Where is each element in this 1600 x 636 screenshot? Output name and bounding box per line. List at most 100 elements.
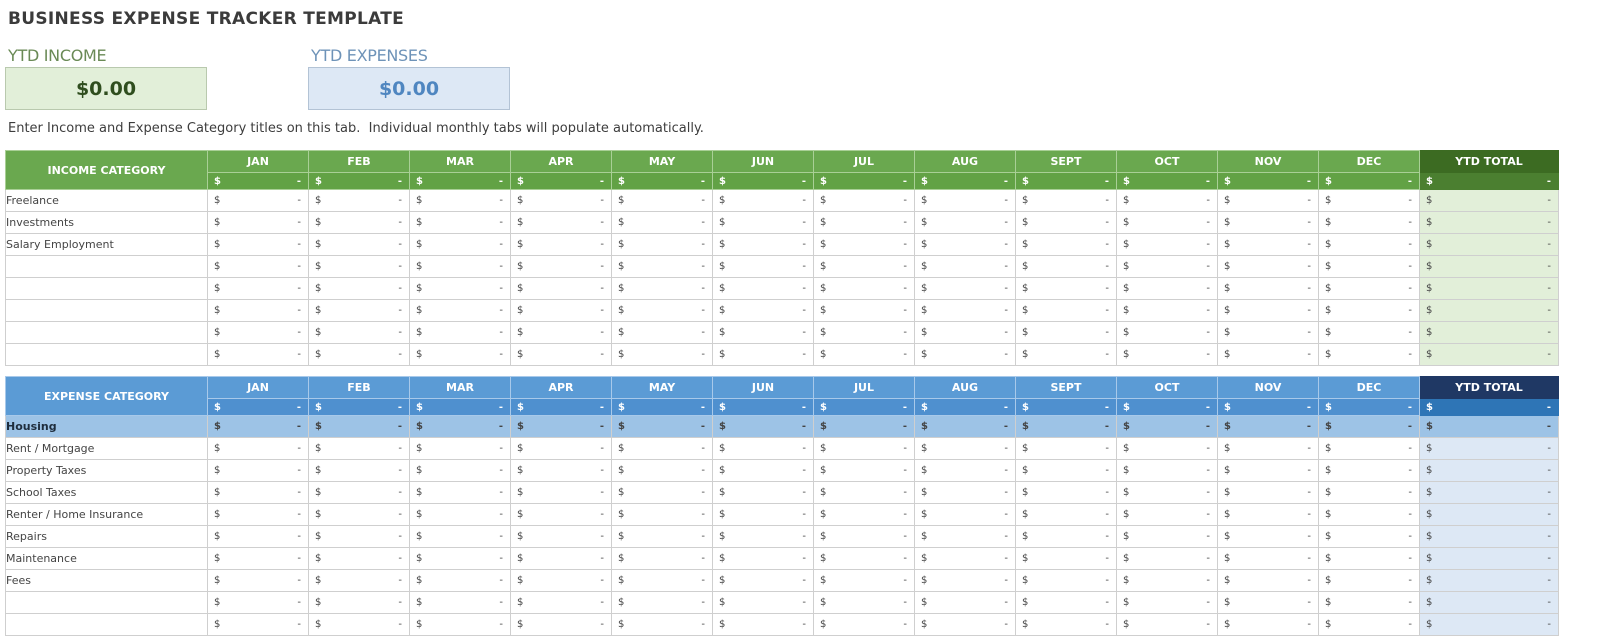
income-month-header-jul[interactable]: JUL — [813, 150, 915, 173]
income-category-cell[interactable]: Salary Employment — [5, 233, 208, 256]
income-cell-jan[interactable]: $ - — [207, 321, 309, 344]
expense-cell-sept[interactable]: $ - — [1015, 415, 1117, 438]
expense-month-total-feb[interactable]: $ - — [308, 398, 410, 416]
expense-cell-jan[interactable]: $ - — [207, 525, 309, 548]
expense-cell-jul[interactable]: $ - — [813, 503, 915, 526]
income-cell-mar[interactable]: $ - — [409, 255, 511, 278]
expense-cell-mar[interactable]: $ - — [409, 415, 511, 438]
expense-cell-jan[interactable]: $ - — [207, 437, 309, 460]
income-cell-may[interactable]: $ - — [611, 189, 713, 212]
income-cell-dec[interactable]: $ - — [1318, 299, 1420, 322]
income-cell-nov[interactable]: $ - — [1217, 321, 1319, 344]
expense-cell-jul[interactable]: $ - — [813, 459, 915, 482]
expense-cell-dec[interactable]: $ - — [1318, 591, 1420, 614]
income-category-cell[interactable]: Investments — [5, 211, 208, 234]
income-cell-aug[interactable]: $ - — [914, 211, 1016, 234]
expense-month-header-dec[interactable]: DEC — [1318, 376, 1420, 399]
expense-cell-jun[interactable]: $ - — [712, 481, 814, 504]
expense-cell-feb[interactable]: $ - — [308, 503, 410, 526]
expense-cell-mar[interactable]: $ - — [409, 613, 511, 636]
income-month-total-feb[interactable]: $ - — [308, 172, 410, 190]
income-cell-aug[interactable]: $ - — [914, 321, 1016, 344]
expense-cell-dec[interactable]: $ - — [1318, 503, 1420, 526]
expense-cell-jul[interactable]: $ - — [813, 613, 915, 636]
expense-cell-may[interactable]: $ - — [611, 525, 713, 548]
income-cell-jan[interactable]: $ - — [207, 299, 309, 322]
expense-category-cell[interactable]: Housing — [5, 415, 208, 438]
expense-cell-aug[interactable]: $ - — [914, 415, 1016, 438]
expense-month-header-nov[interactable]: NOV — [1217, 376, 1319, 399]
income-month-total-apr[interactable]: $ - — [510, 172, 612, 190]
expense-month-total-mar[interactable]: $ - — [409, 398, 511, 416]
expense-category-cell[interactable] — [5, 591, 208, 614]
income-cell-dec[interactable]: $ - — [1318, 211, 1420, 234]
income-cell-apr[interactable]: $ - — [510, 299, 612, 322]
income-row-ytd-total[interactable]: $ - — [1419, 299, 1559, 322]
expense-month-total-oct[interactable]: $ - — [1116, 398, 1218, 416]
expense-cell-jan[interactable]: $ - — [207, 613, 309, 636]
income-cell-dec[interactable]: $ - — [1318, 343, 1420, 366]
income-ytd-grand-total[interactable]: $ - — [1419, 172, 1559, 190]
income-cell-oct[interactable]: $ - — [1116, 321, 1218, 344]
income-category-cell[interactable] — [5, 277, 208, 300]
expense-month-header-feb[interactable]: FEB — [308, 376, 410, 399]
expense-row-ytd-total[interactable]: $ - — [1419, 569, 1559, 592]
expense-cell-sept[interactable]: $ - — [1015, 591, 1117, 614]
expense-cell-oct[interactable]: $ - — [1116, 415, 1218, 438]
expense-cell-aug[interactable]: $ - — [914, 525, 1016, 548]
expense-cell-nov[interactable]: $ - — [1217, 481, 1319, 504]
income-cell-jun[interactable]: $ - — [712, 321, 814, 344]
expense-category-cell[interactable]: Repairs — [5, 525, 208, 548]
expense-cell-feb[interactable]: $ - — [308, 591, 410, 614]
expense-cell-may[interactable]: $ - — [611, 613, 713, 636]
income-cell-mar[interactable]: $ - — [409, 277, 511, 300]
expense-cell-jul[interactable]: $ - — [813, 591, 915, 614]
expense-cell-apr[interactable]: $ - — [510, 437, 612, 460]
expense-cell-may[interactable]: $ - — [611, 547, 713, 570]
expense-cell-may[interactable]: $ - — [611, 481, 713, 504]
income-cell-may[interactable]: $ - — [611, 343, 713, 366]
expense-cell-jan[interactable]: $ - — [207, 415, 309, 438]
income-row-ytd-total[interactable]: $ - — [1419, 233, 1559, 256]
income-cell-nov[interactable]: $ - — [1217, 277, 1319, 300]
expense-month-header-may[interactable]: MAY — [611, 376, 713, 399]
expense-cell-mar[interactable]: $ - — [409, 547, 511, 570]
expense-cell-may[interactable]: $ - — [611, 591, 713, 614]
income-cell-feb[interactable]: $ - — [308, 299, 410, 322]
income-cell-jul[interactable]: $ - — [813, 277, 915, 300]
expense-cell-oct[interactable]: $ - — [1116, 459, 1218, 482]
expense-cell-jun[interactable]: $ - — [712, 459, 814, 482]
expense-cell-mar[interactable]: $ - — [409, 459, 511, 482]
income-cell-aug[interactable]: $ - — [914, 343, 1016, 366]
expense-cell-jul[interactable]: $ - — [813, 481, 915, 504]
expense-month-total-apr[interactable]: $ - — [510, 398, 612, 416]
expense-cell-dec[interactable]: $ - — [1318, 415, 1420, 438]
ytd-expenses-value[interactable]: $0.00 — [308, 67, 510, 110]
income-cell-jul[interactable]: $ - — [813, 321, 915, 344]
expense-cell-oct[interactable]: $ - — [1116, 613, 1218, 636]
expense-category-cell[interactable]: Renter / Home Insurance — [5, 503, 208, 526]
income-month-total-mar[interactable]: $ - — [409, 172, 511, 190]
expense-cell-oct[interactable]: $ - — [1116, 437, 1218, 460]
expense-month-header-oct[interactable]: OCT — [1116, 376, 1218, 399]
income-category-cell[interactable] — [5, 299, 208, 322]
income-month-header-dec[interactable]: DEC — [1318, 150, 1420, 173]
expense-row-ytd-total[interactable]: $ - — [1419, 503, 1559, 526]
expense-month-header-apr[interactable]: APR — [510, 376, 612, 399]
income-cell-feb[interactable]: $ - — [308, 255, 410, 278]
income-cell-mar[interactable]: $ - — [409, 211, 511, 234]
expense-ytd-total-header[interactable]: YTD TOTAL — [1419, 376, 1559, 399]
expense-row-ytd-total[interactable]: $ - — [1419, 591, 1559, 614]
expense-row-ytd-total[interactable]: $ - — [1419, 613, 1559, 636]
income-row-ytd-total[interactable]: $ - — [1419, 255, 1559, 278]
income-cell-oct[interactable]: $ - — [1116, 299, 1218, 322]
expense-month-header-sept[interactable]: SEPT — [1015, 376, 1117, 399]
expense-cell-dec[interactable]: $ - — [1318, 569, 1420, 592]
expense-category-cell[interactable]: Maintenance — [5, 547, 208, 570]
expense-cell-jul[interactable]: $ - — [813, 415, 915, 438]
expense-month-header-aug[interactable]: AUG — [914, 376, 1016, 399]
income-row-ytd-total[interactable]: $ - — [1419, 211, 1559, 234]
expense-cell-aug[interactable]: $ - — [914, 547, 1016, 570]
expense-cell-apr[interactable]: $ - — [510, 569, 612, 592]
expense-cell-oct[interactable]: $ - — [1116, 569, 1218, 592]
